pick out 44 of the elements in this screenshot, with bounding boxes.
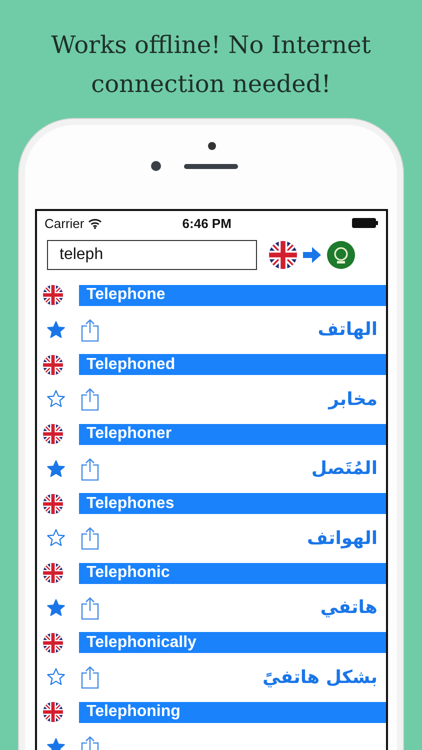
word-header[interactable]: Telephones <box>78 493 386 514</box>
star-icon[interactable] <box>46 667 66 688</box>
battery-icon <box>352 218 378 228</box>
translation-text: بشكل هاتفيً <box>262 666 378 688</box>
uk-flag-icon <box>42 702 62 722</box>
word-header[interactable]: Telephoner <box>78 424 386 444</box>
share-icon[interactable] <box>80 665 100 690</box>
word-header[interactable]: Telephoned <box>78 354 386 375</box>
uk-flag-icon <box>268 241 296 269</box>
search-field[interactable]: teleph <box>46 240 256 270</box>
star-icon[interactable] <box>46 458 66 479</box>
uk-flag-icon <box>42 424 62 444</box>
translation-text: هاتفي <box>320 597 378 618</box>
camera-icon <box>151 161 161 171</box>
translation-text: الهواتف <box>307 528 378 549</box>
share-icon[interactable] <box>80 526 100 550</box>
arrow-right-icon <box>302 247 320 263</box>
uk-flag-icon <box>42 285 62 305</box>
share-icon[interactable] <box>80 596 100 620</box>
uk-flag-icon <box>42 354 62 374</box>
word-header[interactable]: Telephonically <box>78 632 386 653</box>
star-icon[interactable] <box>46 528 66 548</box>
status-time: 6:46 PM <box>182 216 232 230</box>
word-header[interactable]: Telephonic <box>78 562 386 584</box>
wifi-icon <box>88 218 102 228</box>
share-icon[interactable] <box>80 318 100 342</box>
translation-text: مخابر <box>328 388 378 410</box>
translation-text: الهاتف <box>318 319 378 340</box>
star-icon[interactable] <box>46 320 66 340</box>
star-icon[interactable] <box>46 389 66 410</box>
word-header[interactable]: Telephoning <box>78 702 386 722</box>
speaker-grille <box>184 164 238 169</box>
sensor-dot <box>208 142 216 150</box>
share-icon[interactable] <box>80 387 100 412</box>
emblem-flag-icon[interactable] <box>326 241 354 269</box>
uk-flag-icon <box>42 563 62 583</box>
translation-text: المُتَصل <box>311 458 378 480</box>
uk-flag-icon <box>42 494 62 514</box>
headline: Works offline! No Internet connection needed! <box>50 30 372 100</box>
word-header[interactable]: Telephone <box>78 284 386 306</box>
carrier-label: Carrier <box>44 216 84 230</box>
uk-flag-icon <box>42 632 62 652</box>
star-icon[interactable] <box>46 598 66 618</box>
share-icon[interactable] <box>80 456 100 481</box>
